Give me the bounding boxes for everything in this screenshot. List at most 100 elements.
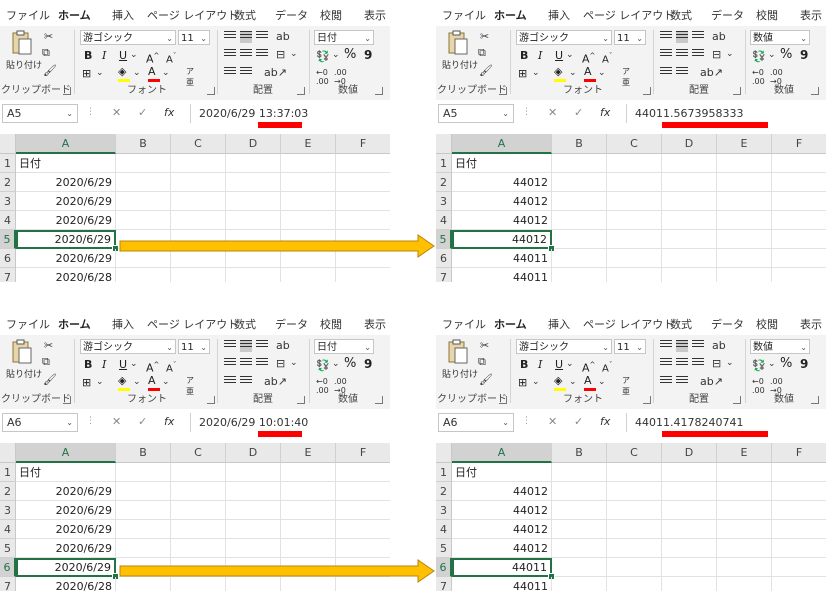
cell[interactable]	[116, 539, 171, 558]
row-header[interactable]: 2	[0, 173, 16, 192]
row-header[interactable]: 4	[0, 211, 16, 230]
cell[interactable]: 2020/6/29	[16, 173, 116, 192]
number-format-select[interactable]: 数値 ⌄	[750, 339, 810, 354]
cell[interactable]	[552, 154, 607, 173]
ribbon-tab[interactable]: ファイル	[6, 316, 50, 332]
percent-icon[interactable]: %	[780, 357, 792, 371]
cut-icon[interactable]: ✂	[44, 339, 53, 352]
cell[interactable]	[662, 192, 717, 211]
increase-indent-icon[interactable]	[676, 376, 688, 388]
cell[interactable]: 44012	[452, 211, 552, 230]
ribbon-tab[interactable]: データ	[275, 7, 308, 23]
borders-icon[interactable]: ⊞	[82, 67, 91, 81]
italic-icon[interactable]: I	[538, 49, 542, 63]
cell[interactable]	[226, 501, 281, 520]
cell-header[interactable]: 日付	[452, 154, 552, 173]
cell[interactable]	[116, 501, 171, 520]
cell[interactable]	[336, 520, 390, 539]
column-header[interactable]: B	[116, 443, 171, 463]
column-header[interactable]: D	[226, 134, 281, 154]
cell[interactable]	[281, 501, 336, 520]
dialog-launcher-icon[interactable]	[733, 396, 741, 404]
cell[interactable]: 2020/6/28	[16, 268, 116, 282]
name-box[interactable]: A5 ⌄	[438, 104, 514, 123]
chevron-down-icon[interactable]: ⌄	[532, 377, 540, 387]
row-header[interactable]: 1	[0, 154, 16, 173]
column-header[interactable]: D	[662, 443, 717, 463]
ribbon-tab[interactable]: ホーム	[58, 7, 91, 28]
cell[interactable]	[336, 211, 390, 230]
column-header[interactable]: D	[226, 443, 281, 463]
cell[interactable]: 2020/6/29	[16, 192, 116, 211]
ribbon-tab[interactable]: 校閲	[756, 316, 778, 332]
cell-header[interactable]: 日付	[16, 154, 116, 173]
chevron-down-icon[interactable]: ⌄	[133, 377, 141, 387]
column-header[interactable]: E	[281, 134, 336, 154]
chevron-down-icon[interactable]: ⌄	[96, 68, 104, 78]
copy-icon[interactable]: ⧉	[42, 355, 50, 369]
chevron-down-icon[interactable]: ⌄	[569, 377, 577, 387]
dialog-launcher-icon[interactable]	[499, 87, 507, 95]
cell[interactable]	[772, 501, 826, 520]
cell[interactable]	[171, 463, 226, 482]
name-box[interactable]: A5 ⌄	[2, 104, 78, 123]
font-size-select[interactable]: 11 ⌄	[614, 339, 646, 354]
cell[interactable]	[717, 577, 772, 591]
dialog-launcher-icon[interactable]	[375, 396, 383, 404]
borders-icon[interactable]: ⊞	[518, 376, 527, 390]
paste-icon[interactable]	[446, 30, 468, 56]
wrap-text-icon[interactable]: ab	[712, 30, 726, 43]
cell[interactable]	[336, 482, 390, 501]
format-painter-icon[interactable]: 🖌	[43, 64, 57, 77]
cell[interactable]	[662, 154, 717, 173]
cell[interactable]	[336, 539, 390, 558]
align-top-icon[interactable]	[660, 31, 672, 43]
cell[interactable]	[226, 539, 281, 558]
cell[interactable]	[772, 230, 826, 249]
cell[interactable]	[336, 173, 390, 192]
underline-icon[interactable]: U	[119, 358, 127, 372]
align-top-icon[interactable]	[660, 340, 672, 352]
row-header[interactable]: 5	[436, 539, 452, 558]
cell[interactable]	[336, 501, 390, 520]
row-header[interactable]: 3	[0, 501, 16, 520]
cell[interactable]	[662, 249, 717, 268]
cell[interactable]	[717, 539, 772, 558]
active-cell[interactable]: 2020/6/29	[16, 558, 116, 577]
select-all-corner[interactable]	[0, 134, 16, 154]
cell[interactable]	[171, 501, 226, 520]
cell[interactable]	[552, 558, 607, 577]
formula-input[interactable]: 44011.5673958333	[626, 104, 826, 123]
formula-input[interactable]: 44011.4178240741	[626, 413, 826, 432]
align-left-icon[interactable]	[224, 49, 236, 61]
cell[interactable]	[772, 268, 826, 282]
align-bottom-icon[interactable]	[692, 31, 704, 43]
currency-icon[interactable]: 💱	[316, 359, 330, 372]
cell[interactable]	[226, 173, 281, 192]
cell[interactable]: 44011	[452, 249, 552, 268]
column-header[interactable]: F	[772, 443, 826, 463]
chevron-down-icon[interactable]: ⌄	[332, 50, 340, 60]
decrease-indent-icon[interactable]	[660, 67, 672, 79]
bold-icon[interactable]: B	[84, 49, 92, 63]
enter-icon[interactable]: ✓	[574, 415, 583, 428]
copy-icon[interactable]: ⧉	[478, 46, 486, 60]
column-header[interactable]: D	[662, 134, 717, 154]
format-painter-icon[interactable]: 🖌	[479, 373, 493, 386]
decrease-indent-icon[interactable]	[660, 376, 672, 388]
ribbon-tab[interactable]: データ	[711, 316, 744, 332]
row-header[interactable]: 4	[436, 211, 452, 230]
cell[interactable]	[772, 249, 826, 268]
cell[interactable]	[336, 268, 390, 282]
format-painter-icon[interactable]: 🖌	[43, 373, 57, 386]
chevron-down-icon[interactable]: ⌄	[133, 68, 141, 78]
cell[interactable]	[116, 154, 171, 173]
column-header[interactable]: A	[16, 443, 116, 463]
cell[interactable]	[552, 501, 607, 520]
ribbon-tab[interactable]: ページ レイアウト	[583, 7, 674, 23]
cell[interactable]	[171, 173, 226, 192]
cell[interactable]	[336, 154, 390, 173]
ribbon-tab[interactable]: 挿入	[112, 7, 134, 23]
align-left-icon[interactable]	[660, 49, 672, 61]
cell[interactable]	[717, 268, 772, 282]
